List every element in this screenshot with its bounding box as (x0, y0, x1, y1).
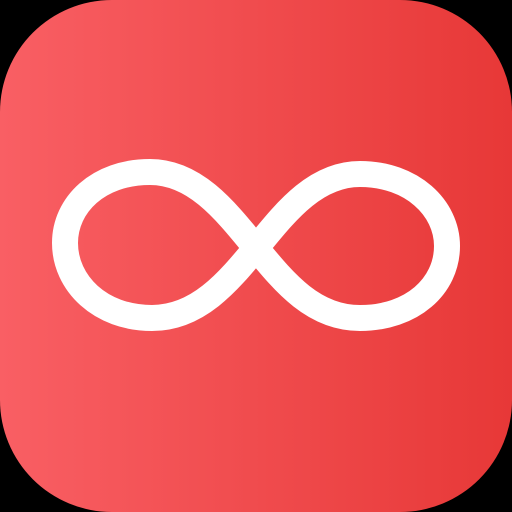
app-icon-canvas (0, 0, 512, 512)
infinity-app-icon[interactable] (0, 0, 512, 512)
